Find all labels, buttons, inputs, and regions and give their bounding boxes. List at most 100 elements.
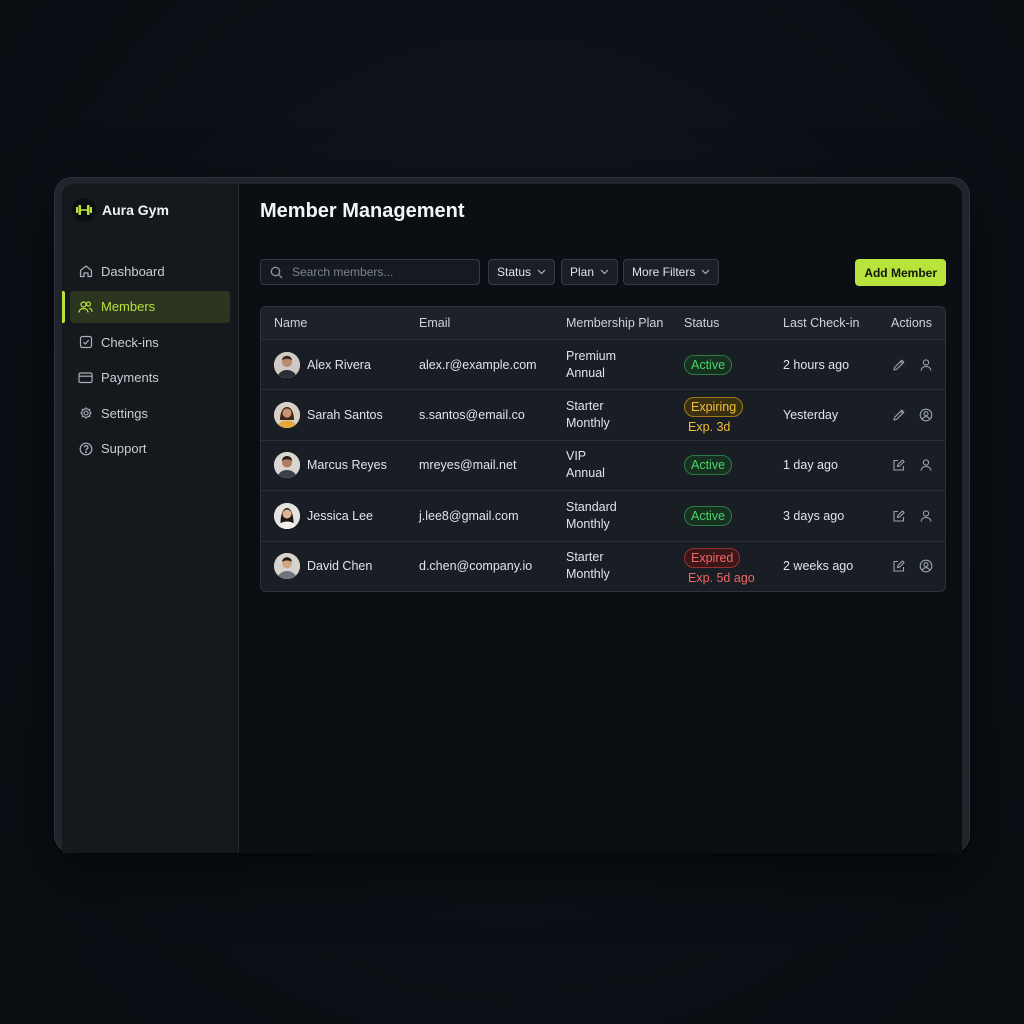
row-actions	[891, 340, 934, 389]
table-row[interactable]: Jessica Lee j.lee8@gmail.com Standard Mo…	[261, 490, 945, 540]
user-circle-icon[interactable]	[918, 407, 934, 423]
avatar	[274, 402, 300, 429]
plan-billing: Monthly	[566, 567, 610, 582]
status-cell: Active	[684, 340, 733, 389]
sidebar-item-label: Support	[101, 441, 147, 456]
table-row[interactable]: Sarah Santos s.santos@email.co Starter M…	[261, 389, 945, 439]
sidebar-item-label: Payments	[101, 370, 159, 385]
chevron-down-icon	[701, 269, 710, 275]
member-name: David Chen	[307, 559, 373, 574]
member-name: Jessica Lee	[307, 508, 374, 523]
last-check-in: 2 weeks ago	[783, 559, 854, 574]
main-content: Member Management Status Plan	[239, 184, 962, 853]
user-icon[interactable]	[918, 457, 934, 473]
member-email: mreyes@mail.net	[419, 458, 517, 473]
membership-plan-cell: Starter Monthly	[566, 542, 610, 591]
status-note: Exp. 5d ago	[688, 570, 755, 585]
search-box[interactable]	[260, 259, 480, 285]
column-header-status[interactable]: Status	[684, 307, 719, 339]
gear-icon	[78, 406, 93, 421]
status-badge: Active	[684, 354, 733, 375]
plan-tier: Starter	[566, 399, 604, 414]
status-badge: Expiring	[684, 396, 744, 417]
page-title: Member Management	[260, 200, 465, 222]
last-check-in: 2 hours ago	[783, 357, 850, 372]
add-member-button[interactable]: Add Member	[855, 259, 946, 286]
sidebar-item-payments[interactable]: Payments	[70, 362, 230, 394]
status-cell: Expiring Exp. 3d	[684, 390, 744, 439]
plan-tier: VIP	[566, 449, 587, 464]
member-email: alex.r@example.com	[419, 357, 537, 372]
chevron-down-icon	[600, 269, 609, 275]
chevron-down-icon	[537, 269, 546, 275]
pencil-icon[interactable]	[891, 357, 907, 373]
last-check-in: 1 day ago	[783, 458, 838, 473]
pencil-icon[interactable]	[891, 407, 907, 423]
avatar	[274, 553, 300, 580]
row-actions	[891, 441, 934, 490]
column-header-email[interactable]: Email	[419, 307, 450, 339]
plan-billing: Monthly	[566, 516, 610, 531]
membership-plan-cell: Starter Monthly	[566, 390, 610, 439]
member-name-cell: Sarah Santos	[274, 390, 383, 439]
plan-tier: Standard	[566, 499, 617, 514]
edit-square-icon[interactable]	[891, 457, 907, 473]
last-check-in: Yesterday	[783, 408, 839, 423]
credit-card-icon	[78, 370, 93, 385]
edit-square-icon[interactable]	[891, 558, 907, 574]
member-name: Sarah Santos	[307, 408, 383, 423]
status-filter-dropdown[interactable]: Status	[488, 259, 556, 285]
member-email: d.chen@company.io	[419, 559, 533, 574]
column-header-name[interactable]: Name	[274, 307, 307, 339]
column-header-last-check-in[interactable]: Last Check-in	[783, 307, 859, 339]
avatar	[274, 452, 300, 479]
status-badge: Active	[684, 505, 733, 526]
sidebar-nav: Dashboard Members Check-ins Payments Set…	[62, 255, 238, 468]
status-badge: Active	[684, 455, 733, 476]
member-name-cell: Marcus Reyes	[274, 441, 387, 490]
edit-square-icon[interactable]	[891, 508, 907, 524]
device-frame: Aura Gym Dashboard Members Check-ins Pay…	[54, 177, 970, 853]
table-row[interactable]: David Chen d.chen@company.io Starter Mon…	[261, 540, 945, 591]
avatar	[274, 502, 300, 529]
table-row[interactable]: Alex Rivera alex.r@example.com Premium A…	[261, 339, 945, 389]
more-filters-dropdown[interactable]: More Filters	[623, 259, 720, 285]
sidebar-item-label: Members	[101, 299, 156, 314]
column-header-plan[interactable]: Membership Plan	[566, 307, 663, 339]
user-icon[interactable]	[918, 508, 934, 524]
status-cell: Active	[684, 491, 733, 540]
search-input[interactable]	[290, 264, 474, 280]
toolbar: Status Plan More Filters	[260, 259, 946, 287]
avatar	[274, 351, 300, 378]
row-actions	[891, 491, 934, 540]
plan-filter-label: Plan	[570, 265, 595, 279]
users-icon	[78, 299, 93, 314]
member-name: Marcus Reyes	[307, 458, 387, 473]
sidebar: Aura Gym Dashboard Members Check-ins Pay…	[62, 184, 239, 853]
sidebar-item-settings[interactable]: Settings	[70, 397, 230, 429]
brand[interactable]: Aura Gym	[72, 198, 169, 222]
table-header: Name Email Membership Plan Status Last C…	[261, 307, 945, 339]
sidebar-item-dashboard[interactable]: Dashboard	[70, 255, 230, 287]
app-window: Aura Gym Dashboard Members Check-ins Pay…	[62, 184, 962, 853]
dumbbell-icon	[72, 198, 96, 222]
more-filters-label: More Filters	[632, 265, 696, 279]
row-actions	[891, 542, 934, 591]
sidebar-item-support[interactable]: Support	[70, 433, 230, 465]
table-row[interactable]: Marcus Reyes mreyes@mail.net VIP Annual …	[261, 439, 945, 490]
column-header-actions: Actions	[891, 316, 932, 330]
sidebar-item-members[interactable]: Members	[62, 290, 230, 323]
membership-plan-cell: Standard Monthly	[566, 491, 617, 540]
member-email: s.santos@email.co	[419, 408, 525, 423]
sidebar-item-label: Check-ins	[101, 334, 159, 350]
plan-tier: Starter	[566, 550, 604, 565]
plan-filter-dropdown[interactable]: Plan	[561, 259, 619, 285]
plan-tier: Premium	[566, 348, 617, 363]
user-icon[interactable]	[918, 357, 934, 373]
member-email: j.lee8@gmail.com	[419, 508, 519, 523]
member-name-cell: David Chen	[274, 542, 372, 591]
home-icon	[78, 264, 93, 279]
user-circle-icon[interactable]	[918, 558, 934, 574]
sidebar-item-check-ins[interactable]: Check-ins	[70, 326, 230, 358]
help-circle-icon	[78, 441, 93, 456]
